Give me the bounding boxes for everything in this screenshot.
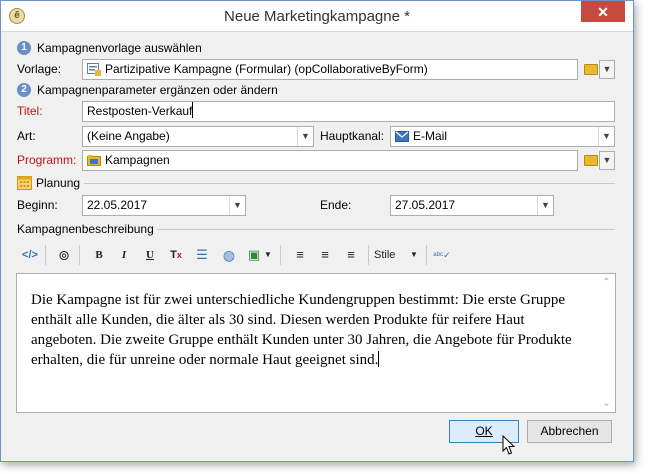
editor-toolbar: </> ⊚ B I U Tx ☰ ◍ ▣ ▼ ≡ ≡ ≡ Stile ▼ ᵃᵇᶜ… bbox=[16, 241, 615, 269]
program-folder-icon bbox=[87, 155, 101, 166]
scroll-up-icon[interactable]: ⌃ bbox=[598, 274, 615, 291]
underline-button[interactable]: U bbox=[140, 245, 160, 265]
calendar-icon bbox=[17, 176, 32, 190]
image-dropdown-chevron-icon[interactable]: ▼ bbox=[262, 245, 274, 265]
section-1-title: Kampagnenvorlage auswählen bbox=[37, 41, 202, 55]
art-label: Art: bbox=[17, 129, 36, 143]
scroll-down-icon[interactable]: ⌄ bbox=[598, 395, 615, 412]
planung-title: Planung bbox=[36, 176, 81, 190]
editor-caret bbox=[378, 351, 380, 367]
programm-dropdown-button[interactable]: ▼ bbox=[599, 151, 615, 170]
art-select[interactable]: (Keine Angabe) ▼ bbox=[82, 126, 314, 147]
dialog-window: ē Neue Marketingkampagne * ✕ 1 Kampagnen… bbox=[0, 0, 634, 462]
programm-label: Programm: bbox=[17, 153, 77, 167]
clear-format-icon[interactable]: Tx bbox=[166, 245, 186, 265]
bold-button[interactable]: B bbox=[89, 245, 109, 265]
styles-dropdown[interactable]: Stile bbox=[374, 245, 406, 265]
beginn-value: 22.05.2017 bbox=[87, 198, 148, 212]
dialog-content: 1 Kampagnenvorlage auswählen Vorlage: Pa… bbox=[1, 32, 633, 461]
email-envelope-icon bbox=[395, 131, 409, 142]
insert-link-globe-icon[interactable]: ◍ bbox=[219, 245, 239, 265]
spellcheck-icon[interactable]: ᵃᵇᶜ✓ bbox=[432, 245, 452, 265]
italic-button[interactable]: I bbox=[114, 245, 134, 265]
text-caret bbox=[192, 102, 194, 118]
step-1-badge: 1 bbox=[17, 41, 31, 55]
chevron-down-icon[interactable]: ▼ bbox=[297, 127, 313, 146]
align-right-icon[interactable]: ≡ bbox=[341, 245, 361, 265]
programm-field[interactable]: Kampagnen bbox=[82, 150, 578, 171]
bullet-list-icon[interactable]: ☰ bbox=[192, 245, 212, 265]
titel-input[interactable]: Restposten-Verkauf bbox=[82, 101, 615, 122]
beginn-date-input[interactable]: 22.05.2017 ▼ bbox=[82, 195, 246, 216]
title-bar[interactable]: ē Neue Marketingkampagne * ✕ bbox=[1, 1, 633, 32]
beschreibung-divider bbox=[157, 229, 615, 230]
ok-button-label: OK bbox=[475, 424, 493, 438]
description-editor[interactable]: Die Kampagne ist für zwei unterschiedlic… bbox=[16, 273, 616, 413]
art-value: (Keine Angabe) bbox=[87, 129, 170, 143]
toolbar-separator bbox=[368, 245, 369, 265]
vorlage-field[interactable]: Partizipative Kampagne (Formular) (opCol… bbox=[82, 59, 578, 80]
hauptkanal-select[interactable]: E-Mail ▼ bbox=[390, 126, 615, 147]
ende-label: Ende: bbox=[320, 198, 352, 212]
editor-scrollbar[interactable]: ⌃ ⌄ bbox=[598, 274, 615, 412]
cancel-button[interactable]: Abbrechen bbox=[527, 420, 612, 443]
mouse-cursor-icon bbox=[502, 435, 516, 455]
toolbar-separator bbox=[79, 245, 80, 265]
chevron-down-icon[interactable]: ▼ bbox=[537, 196, 553, 215]
planung-divider bbox=[84, 183, 615, 184]
beschreibung-title: Kampagnenbeschreibung bbox=[17, 222, 154, 236]
find-binoculars-icon[interactable]: ⊚ bbox=[54, 245, 74, 265]
align-center-icon[interactable]: ≡ bbox=[315, 245, 335, 265]
titel-value: Restposten-Verkauf bbox=[87, 104, 193, 118]
hauptkanal-label: Hauptkanal: bbox=[320, 129, 385, 143]
step-2-badge: 2 bbox=[17, 83, 31, 97]
ende-value: 27.05.2017 bbox=[395, 198, 456, 212]
vorlage-label: Vorlage: bbox=[17, 62, 62, 76]
description-text-content: Die Kampagne ist für zwei unterschiedlic… bbox=[31, 292, 572, 368]
section-2-title: Kampagnenparameter ergänzen oder ändern bbox=[37, 83, 278, 97]
align-left-icon[interactable]: ≡ bbox=[290, 245, 310, 265]
template-form-icon bbox=[87, 63, 101, 76]
chevron-down-icon[interactable]: ▼ bbox=[598, 127, 614, 146]
cancel-button-label: Abbrechen bbox=[540, 424, 599, 438]
window-title: Neue Marketingkampagne * bbox=[224, 8, 410, 25]
chevron-down-icon[interactable]: ▼ bbox=[229, 196, 245, 215]
titel-label: Titel: bbox=[17, 104, 43, 118]
vorlage-dropdown-button[interactable]: ▼ bbox=[599, 60, 615, 79]
styles-chevron-down-icon[interactable]: ▼ bbox=[408, 245, 420, 265]
programm-folder-icon[interactable] bbox=[584, 155, 598, 166]
ende-date-input[interactable]: 27.05.2017 ▼ bbox=[390, 195, 554, 216]
vorlage-folder-icon[interactable] bbox=[584, 64, 598, 75]
toolbar-separator bbox=[426, 245, 427, 265]
programm-value: Kampagnen bbox=[105, 153, 170, 167]
description-text: Die Kampagne ist für zwei unterschiedlic… bbox=[31, 290, 591, 370]
source-code-icon[interactable]: </> bbox=[20, 245, 40, 265]
toolbar-separator bbox=[45, 245, 46, 265]
vorlage-value: Partizipative Kampagne (Formular) (opCol… bbox=[105, 62, 428, 76]
toolbar-separator bbox=[280, 245, 281, 265]
insert-image-icon[interactable]: ▣ bbox=[244, 245, 264, 265]
close-button[interactable]: ✕ bbox=[581, 1, 625, 22]
hauptkanal-value: E-Mail bbox=[413, 129, 448, 143]
beginn-label: Beginn: bbox=[17, 198, 58, 212]
